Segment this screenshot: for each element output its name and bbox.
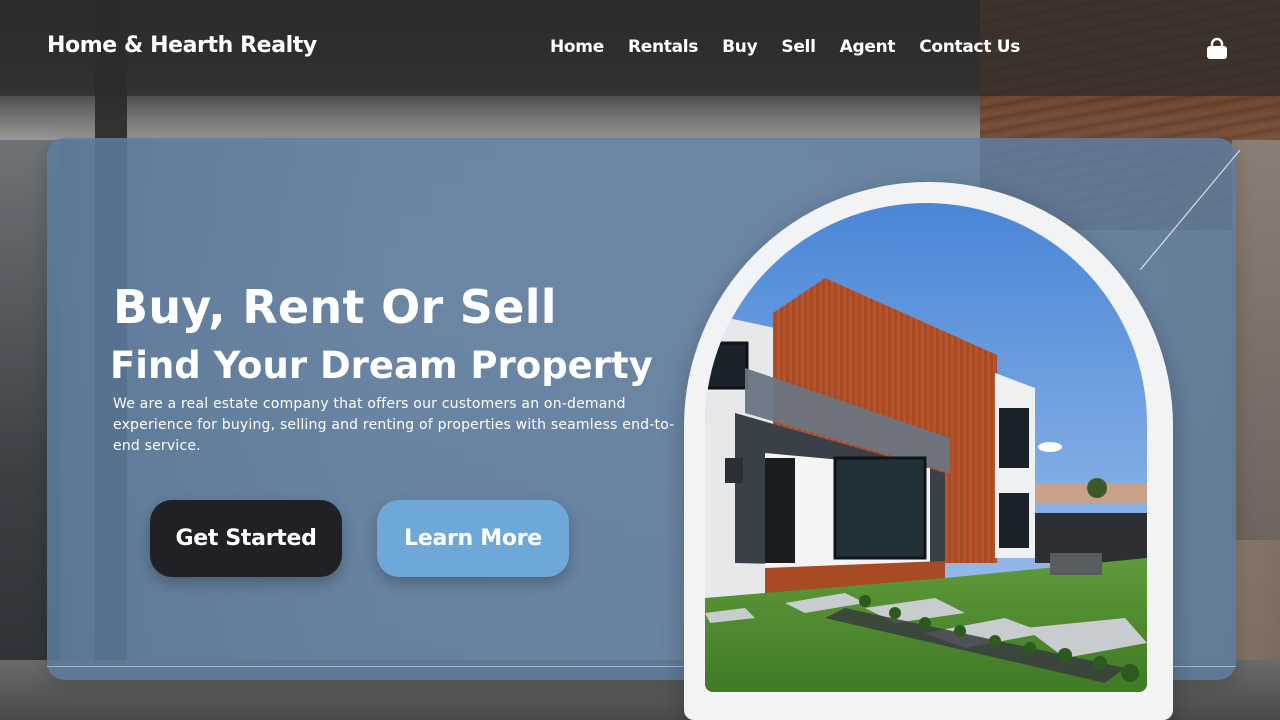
- nav-rentals[interactable]: Rentals: [628, 37, 698, 57]
- nav-contact-us[interactable]: Contact Us: [919, 37, 1020, 57]
- hero-subheadline: Find Your Dream Property: [110, 344, 653, 387]
- main-nav: Home Rentals Buy Sell Agent Contact Us: [550, 37, 1044, 57]
- nav-sell[interactable]: Sell: [781, 37, 816, 57]
- nav-buy[interactable]: Buy: [722, 37, 758, 57]
- nav-agent[interactable]: Agent: [840, 37, 896, 57]
- learn-more-button[interactable]: Learn More: [377, 500, 569, 577]
- site-header: Home & Hearth Realty Home Rentals Buy Se…: [0, 0, 1280, 96]
- brand-logo[interactable]: Home & Hearth Realty: [47, 33, 317, 58]
- decorative-line: [1140, 150, 1241, 270]
- get-started-button[interactable]: Get Started: [150, 500, 342, 577]
- hero-description: We are a real estate company that offers…: [113, 396, 675, 454]
- user-lock-icon[interactable]: [1205, 36, 1229, 60]
- hero-headline: Buy, Rent Or Sell: [113, 280, 557, 334]
- house-photo: [705, 203, 1147, 692]
- nav-home[interactable]: Home: [550, 37, 604, 57]
